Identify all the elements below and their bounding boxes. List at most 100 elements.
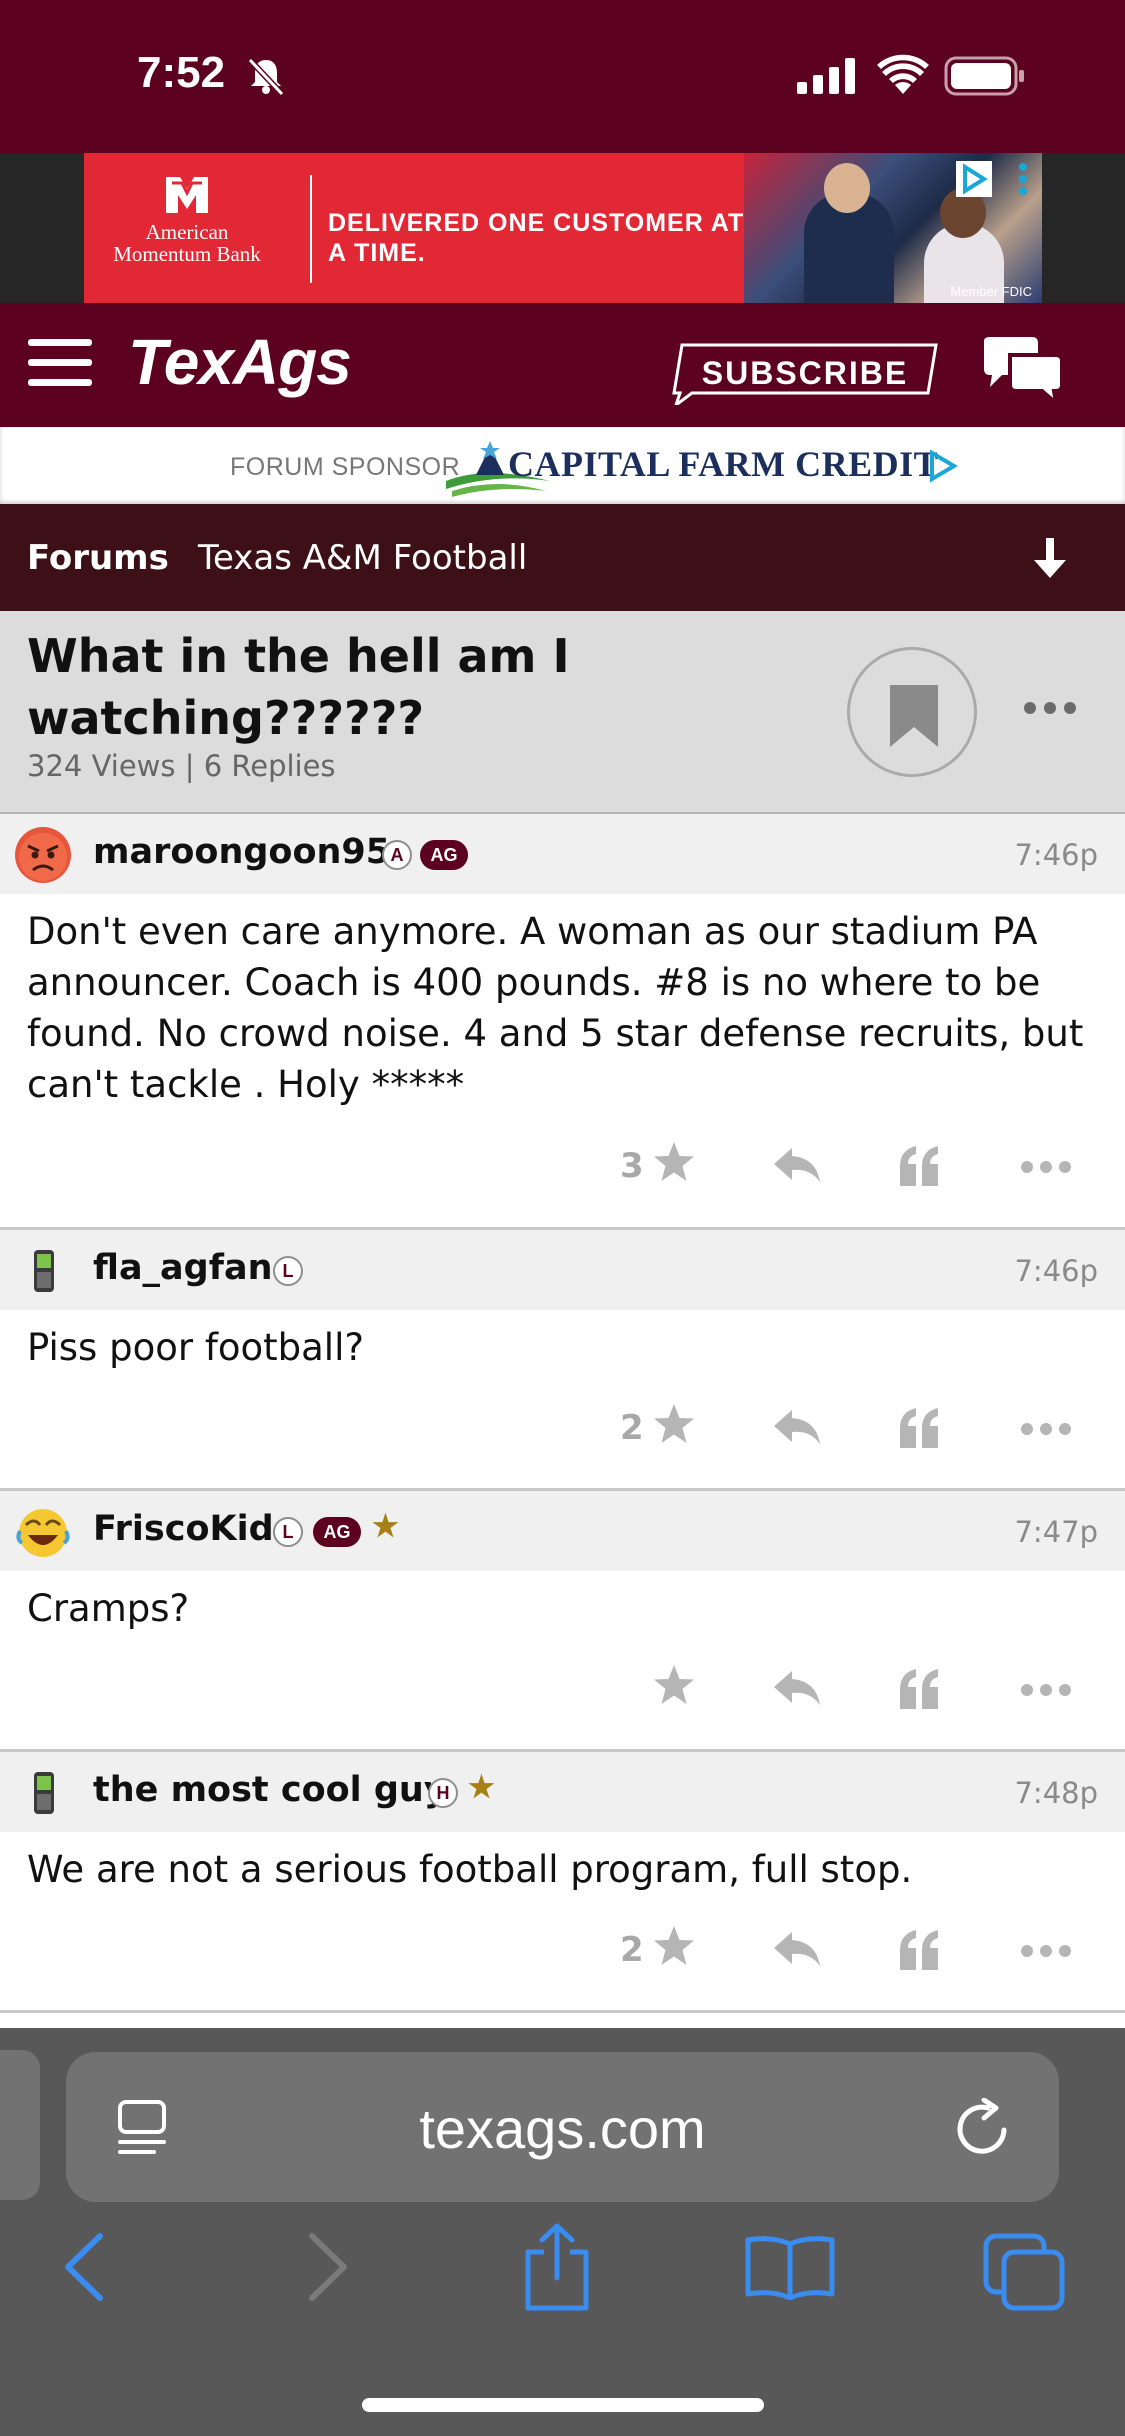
ad-brand-name: American Momentum Bank [113, 220, 261, 266]
badge-letter: H [428, 1778, 458, 1808]
home-indicator [362, 2398, 764, 2412]
thread-header: What in the hell am I watching?????? 324… [0, 611, 1125, 814]
breadcrumb-forums-link[interactable]: Forums [27, 538, 169, 578]
post-header: fla_agfan L 7:46p [0, 1230, 1125, 1310]
hamburger-menu-icon[interactable] [28, 339, 92, 387]
bell-muted-icon [247, 57, 285, 96]
cellular-signal-icon [797, 58, 855, 94]
share-icon[interactable] [522, 2222, 592, 2312]
url-text: texags.com [419, 2097, 706, 2160]
more-options-icon[interactable] [1020, 1683, 1072, 1697]
bank-logo-icon [166, 177, 208, 213]
post: fla_agfan L 7:46p Piss poor football? 2 [0, 1230, 1125, 1491]
thread-title: What in the hell am I watching?????? [27, 629, 570, 745]
previous-tab-preview[interactable] [0, 2050, 40, 2200]
star-icon[interactable] [652, 1663, 696, 1707]
post-time[interactable]: 7:46p [1014, 838, 1098, 872]
phone-icon[interactable] [14, 1242, 72, 1300]
more-options-icon[interactable] [1020, 1944, 1072, 1958]
back-arrow-icon[interactable] [62, 2232, 106, 2302]
arrow-down-icon[interactable] [1030, 536, 1070, 580]
ad-person-head [824, 163, 870, 213]
post-time[interactable]: 7:48p [1014, 1776, 1098, 1810]
badge-ag: AG [420, 840, 468, 870]
post-body: Piss poor football? [27, 1326, 364, 1369]
sponsor-bar: FORUM SPONSOR CAPITAL FARM CREDIT [0, 427, 1125, 504]
like-count: 2 [620, 1930, 644, 1970]
quote-icon[interactable] [898, 1408, 942, 1448]
reload-icon[interactable] [954, 2098, 1014, 2160]
post: FriscoKid L AG ★ 7:47p Cramps? [0, 1491, 1125, 1752]
subscribe-label: SUBSCRIBE [701, 354, 909, 391]
more-options-icon[interactable] [1020, 1160, 1072, 1174]
ad-divider [310, 175, 312, 283]
post-body: Cramps? [27, 1587, 190, 1630]
like-count: 2 [620, 1408, 644, 1448]
badge-letter: L [273, 1256, 303, 1286]
post-username[interactable]: fla_agfan [93, 1248, 273, 1288]
post-header: maroongoon95 A AG 7:46p [0, 814, 1125, 894]
status-time: 7:52 [137, 48, 226, 97]
post-time[interactable]: 7:47p [1014, 1515, 1098, 1549]
premium-star-icon: ★ [468, 1770, 495, 1804]
wifi-icon [877, 54, 929, 94]
bookmark-button[interactable] [847, 647, 977, 777]
post-body: Don't even care anymore. A woman as our … [27, 910, 1084, 1106]
badge-letter: A [382, 840, 412, 870]
reply-icon[interactable] [772, 1146, 822, 1184]
sponsor-label: FORUM SPONSOR [230, 453, 461, 481]
bookmarks-icon[interactable] [744, 2234, 836, 2300]
like-count: 3 [620, 1146, 644, 1186]
star-icon[interactable] [652, 1402, 696, 1446]
site-logo[interactable]: TexAgs [128, 325, 352, 399]
post-time[interactable]: 7:46p [1014, 1254, 1098, 1288]
badge-ag: AG [313, 1517, 361, 1547]
post-actions [0, 1659, 1125, 1719]
site-header: TexAgs SUBSCRIBE [0, 303, 1125, 427]
breadcrumb: Forums Texas A&M Football [0, 504, 1125, 611]
thread-more-options-icon[interactable] [1022, 700, 1078, 716]
breadcrumb-board-link[interactable]: Texas A&M Football [198, 538, 527, 578]
post-username[interactable]: FriscoKid [93, 1509, 274, 1549]
angry-face-icon[interactable] [14, 826, 72, 884]
battery-icon [944, 56, 1024, 96]
ad-banner[interactable]: American Momentum Bank DELIVERED ONE CUS… [84, 153, 1042, 303]
sponsor-name[interactable]: CAPITAL FARM CREDIT [508, 443, 938, 485]
reply-icon[interactable] [772, 1669, 822, 1707]
ad-brand-logo: American Momentum Bank [102, 173, 272, 283]
ad-photo [744, 153, 1042, 303]
thread-stats: 324 Views | 6 Replies [27, 749, 336, 783]
bookmark-icon [890, 685, 938, 747]
phone-icon[interactable] [14, 1764, 72, 1822]
chat-icon[interactable] [980, 335, 1066, 405]
tabs-overview-icon[interactable] [982, 2232, 1066, 2312]
ad-headline: DELIVERED ONE CUSTOMER AT A TIME. [328, 209, 745, 267]
browser-toolbar: texags.com [0, 2028, 1125, 2436]
star-icon[interactable] [652, 1924, 696, 1968]
ad-choices-icon[interactable] [956, 161, 992, 197]
post: the most cool guy H ★ 7:48p We are not a… [0, 1752, 1125, 2013]
premium-star-icon: ★ [372, 1509, 399, 1543]
star-icon[interactable] [652, 1140, 696, 1184]
ad-menu-icon[interactable] [1018, 163, 1028, 195]
status-bar: 7:52 [0, 0, 1125, 153]
post-body: We are not a serious football program, f… [27, 1848, 913, 1891]
subscribe-button[interactable]: SUBSCRIBE [670, 341, 940, 405]
reply-icon[interactable] [772, 1930, 822, 1968]
more-options-icon[interactable] [1020, 1422, 1072, 1436]
address-bar[interactable]: texags.com [66, 2052, 1059, 2202]
post-header: FriscoKid L AG ★ 7:47p [0, 1491, 1125, 1571]
quote-icon[interactable] [898, 1146, 942, 1186]
badge-letter: L [273, 1517, 303, 1547]
ad-choices-icon[interactable] [926, 449, 960, 483]
ad-footer: Member FDIC [950, 284, 1032, 299]
quote-icon[interactable] [898, 1930, 942, 1970]
ad-strip: American Momentum Bank DELIVERED ONE CUS… [0, 153, 1125, 303]
post-username[interactable]: the most cool guy [93, 1770, 447, 1810]
forward-arrow-icon[interactable] [306, 2232, 350, 2302]
post-actions: 3 [0, 1136, 1125, 1196]
post-username[interactable]: maroongoon95 [93, 832, 390, 872]
quote-icon[interactable] [898, 1669, 942, 1709]
laughing-face-icon[interactable] [14, 1503, 72, 1561]
reply-icon[interactable] [772, 1408, 822, 1446]
